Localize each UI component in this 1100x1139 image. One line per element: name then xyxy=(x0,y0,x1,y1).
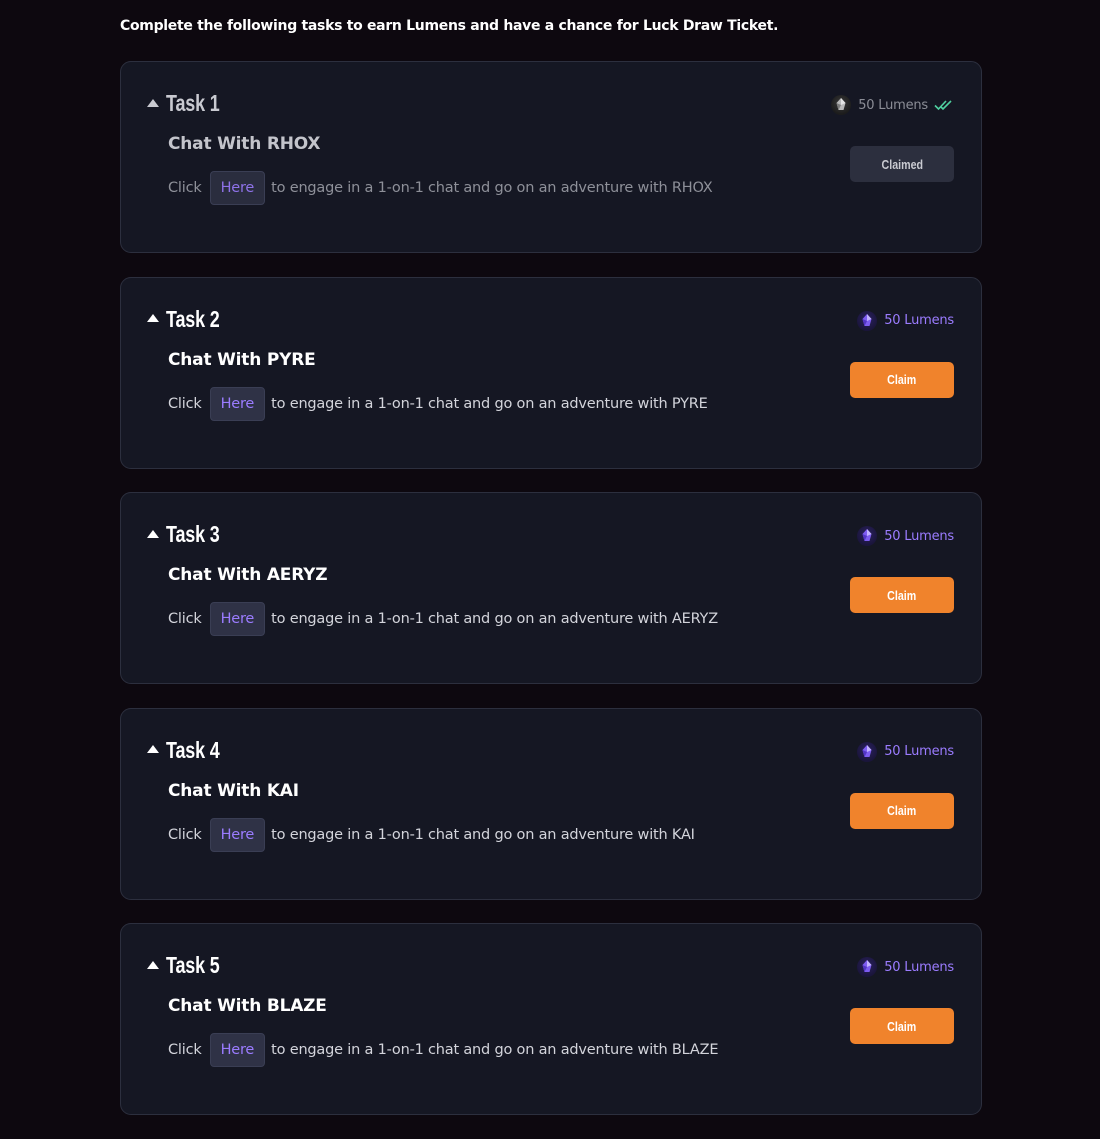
task-list: Task 1 Chat With RHOX Click Here to enga… xyxy=(120,61,982,1139)
task-toggle-3[interactable]: Task 3 xyxy=(147,521,235,548)
caret-up-icon xyxy=(147,98,159,107)
task-title: Task 5 xyxy=(166,952,220,978)
reward-amount: 50 Lumens xyxy=(884,528,954,544)
here-link[interactable]: Here xyxy=(209,602,266,636)
page-intro-text: Complete the following tasks to earn Lum… xyxy=(120,18,779,34)
claim-button[interactable]: Claim xyxy=(850,577,954,613)
reward-amount: 50 Lumens xyxy=(884,744,954,759)
desc-suffix: to engage in a 1-on-1 chat and go on an … xyxy=(271,611,718,627)
task-title: Task 2 xyxy=(166,305,220,332)
claim-button[interactable]: Claim xyxy=(850,1008,954,1044)
task-name: Chat With KAI xyxy=(168,780,299,801)
here-link[interactable]: Here xyxy=(209,386,266,421)
task-toggle-1[interactable]: Task 1 xyxy=(147,90,235,117)
reward-badge: 50 Lumens xyxy=(831,95,954,115)
task-card-3: Task 3 Chat With AERYZ Click Here to eng… xyxy=(120,492,982,684)
desc-suffix: to engage in a 1-on-1 chat and go on an … xyxy=(271,1042,719,1058)
desc-prefix: Click xyxy=(168,611,202,627)
lumen-crystal-icon xyxy=(857,526,878,546)
reward-amount: 50 Lumens xyxy=(884,313,954,328)
task-card-5: Task 5 Chat With BLAZE Click Here to eng… xyxy=(120,923,982,1115)
task-name: Chat With PYRE xyxy=(168,349,316,370)
desc-prefix: Click xyxy=(168,826,202,843)
reward-amount: 50 Lumens xyxy=(858,97,928,113)
lumen-crystal-icon xyxy=(857,310,878,331)
reward-amount: 50 Lumens xyxy=(884,959,954,975)
caret-up-icon xyxy=(147,745,159,753)
here-link[interactable]: Here xyxy=(209,817,266,852)
task-title: Task 1 xyxy=(166,90,220,116)
task-toggle-5[interactable]: Task 5 xyxy=(147,952,235,979)
task-name: Chat With AERYZ xyxy=(168,565,328,585)
task-title: Task 4 xyxy=(166,736,220,763)
reward-badge: 50 Lumens xyxy=(857,741,954,762)
caret-up-icon xyxy=(147,960,159,969)
lumen-crystal-icon xyxy=(857,741,878,762)
lumen-crystal-icon xyxy=(831,95,852,115)
desc-suffix: to engage in a 1-on-1 chat and go on an … xyxy=(271,826,695,843)
claim-button[interactable]: Claim xyxy=(850,792,954,829)
reward-badge: 50 Lumens xyxy=(857,310,954,331)
task-description: Click Here to engage in a 1-on-1 chat an… xyxy=(168,817,695,852)
here-link[interactable]: Here xyxy=(209,171,266,205)
desc-prefix: Click xyxy=(168,395,202,412)
task-toggle-2[interactable]: Task 2 xyxy=(147,306,235,333)
task-description: Click Here to engage in a 1-on-1 chat an… xyxy=(168,602,718,636)
caret-up-icon xyxy=(147,529,159,538)
desc-suffix: to engage in a 1-on-1 chat and go on an … xyxy=(271,395,708,412)
task-title: Task 3 xyxy=(166,521,220,547)
desc-prefix: Click xyxy=(168,1042,202,1058)
here-link[interactable]: Here xyxy=(209,1033,266,1067)
task-description: Click Here to engage in a 1-on-1 chat an… xyxy=(168,1033,718,1067)
task-name: Chat With RHOX xyxy=(168,134,321,154)
desc-suffix: to engage in a 1-on-1 chat and go on an … xyxy=(271,180,713,196)
claimed-button[interactable]: Claimed xyxy=(850,146,954,182)
task-card-4: Task 4 Chat With KAI Click Here to engag… xyxy=(120,707,982,900)
task-card-2: Task 2 Chat With PYRE Click Here to enga… xyxy=(120,276,982,469)
claim-button[interactable]: Claim xyxy=(850,361,954,398)
double-check-icon xyxy=(934,99,954,111)
reward-badge: 50 Lumens xyxy=(857,526,954,546)
task-description: Click Here to engage in a 1-on-1 chat an… xyxy=(168,386,708,421)
reward-badge: 50 Lumens xyxy=(857,957,954,977)
task-name: Chat With BLAZE xyxy=(168,996,327,1016)
task-toggle-4[interactable]: Task 4 xyxy=(147,737,235,764)
caret-up-icon xyxy=(147,314,159,322)
task-description: Click Here to engage in a 1-on-1 chat an… xyxy=(168,171,713,205)
lumen-crystal-icon xyxy=(857,957,878,977)
task-card-1: Task 1 Chat With RHOX Click Here to enga… xyxy=(120,61,982,253)
desc-prefix: Click xyxy=(168,180,202,196)
